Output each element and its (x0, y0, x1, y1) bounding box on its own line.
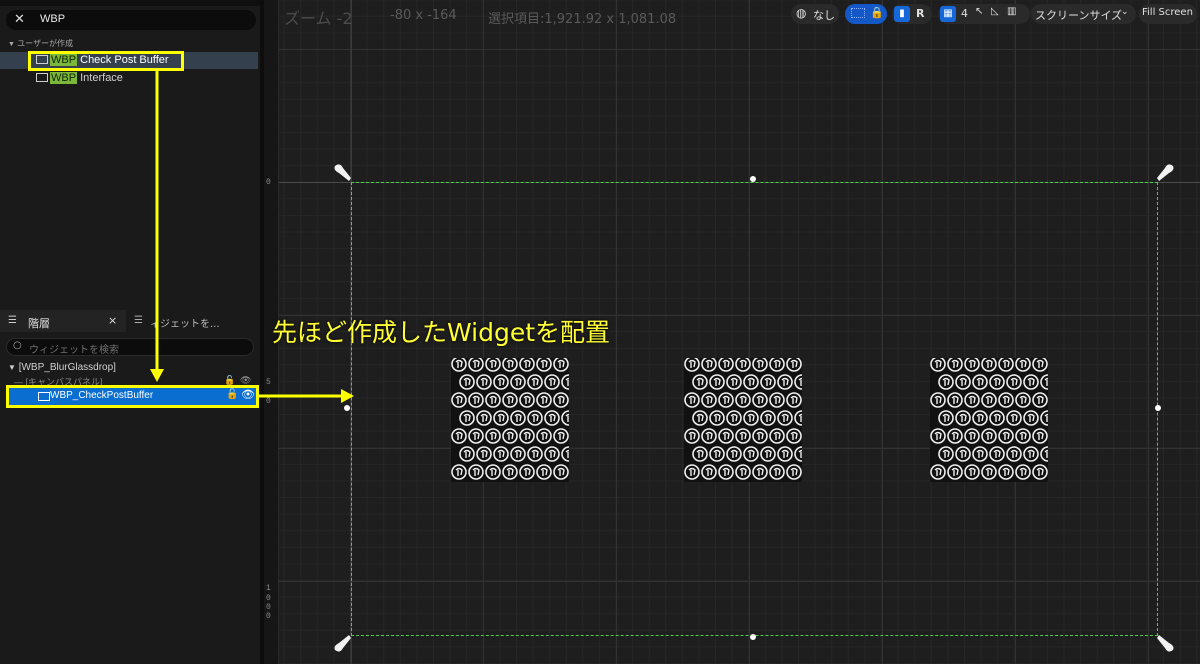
arrow-right-head (341, 389, 354, 403)
annotation-arrows (150, 71, 354, 403)
arrow-down-head (150, 369, 164, 382)
